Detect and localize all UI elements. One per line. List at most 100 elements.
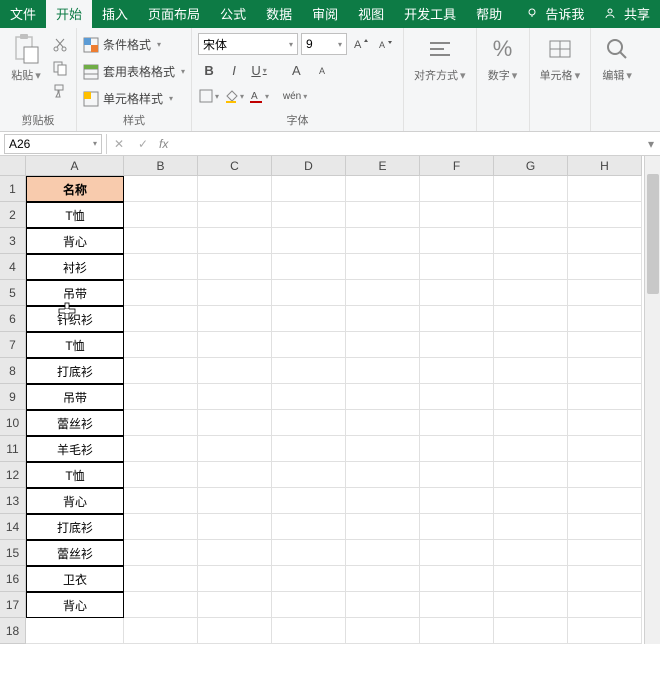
increase-font-button[interactable]: A [350, 33, 372, 55]
row-header[interactable]: 10 [0, 410, 26, 436]
cell[interactable] [124, 358, 198, 384]
tab-home[interactable]: 开始 [46, 0, 92, 28]
cell[interactable] [420, 540, 494, 566]
cell[interactable] [420, 254, 494, 280]
formula-input[interactable] [172, 134, 642, 154]
cell[interactable] [124, 592, 198, 618]
row-header[interactable]: 1 [0, 176, 26, 202]
cell[interactable] [124, 228, 198, 254]
cell[interactable] [420, 280, 494, 306]
cell[interactable] [346, 202, 420, 228]
cell[interactable] [346, 176, 420, 202]
row-header[interactable]: 8 [0, 358, 26, 384]
cell[interactable] [346, 436, 420, 462]
cell[interactable] [272, 176, 346, 202]
cell[interactable] [494, 306, 568, 332]
cell[interactable] [124, 618, 198, 644]
row-header[interactable]: 5 [0, 280, 26, 306]
column-header[interactable]: D [272, 156, 346, 176]
cell[interactable] [346, 540, 420, 566]
column-header[interactable]: F [420, 156, 494, 176]
cell[interactable]: 针织衫 [26, 306, 124, 332]
expand-formula-button[interactable]: ▾ [642, 137, 660, 151]
conditional-format-button[interactable]: 条件格式▾ [83, 35, 185, 54]
cell[interactable] [272, 202, 346, 228]
cell[interactable] [198, 332, 272, 358]
cell[interactable] [124, 462, 198, 488]
italic-button[interactable]: I [223, 59, 245, 81]
cell[interactable] [124, 540, 198, 566]
tab-formulas[interactable]: 公式 [210, 0, 256, 28]
cell[interactable] [198, 462, 272, 488]
font-shrink-icon[interactable]: A [313, 59, 335, 81]
cell[interactable]: T恤 [26, 462, 124, 488]
tab-help[interactable]: 帮助 [466, 0, 512, 28]
cell[interactable] [198, 592, 272, 618]
cell[interactable]: 背心 [26, 488, 124, 514]
cell[interactable] [198, 436, 272, 462]
cell[interactable] [420, 176, 494, 202]
cell[interactable] [568, 540, 642, 566]
cell[interactable] [494, 436, 568, 462]
cell[interactable] [568, 176, 642, 202]
copy-button[interactable] [50, 58, 70, 78]
cell[interactable] [568, 592, 642, 618]
cell[interactable] [346, 384, 420, 410]
cell[interactable]: 吊带 [26, 280, 124, 306]
decrease-font-button[interactable]: A [375, 33, 397, 55]
cell[interactable] [568, 566, 642, 592]
cell[interactable] [420, 410, 494, 436]
cell-style-button[interactable]: 单元格样式▾ [83, 89, 185, 108]
cell[interactable] [568, 462, 642, 488]
cell[interactable]: 蕾丝衫 [26, 540, 124, 566]
cell[interactable] [346, 462, 420, 488]
cell[interactable]: 吊带 [26, 384, 124, 410]
cell[interactable] [568, 202, 642, 228]
cell[interactable] [420, 358, 494, 384]
cell[interactable] [124, 176, 198, 202]
cell[interactable] [568, 618, 642, 644]
cell[interactable] [346, 358, 420, 384]
cell[interactable] [420, 514, 494, 540]
cell[interactable] [494, 618, 568, 644]
tab-share[interactable]: 共享 [594, 0, 660, 28]
cancel-formula-button[interactable]: ✕ [107, 137, 131, 151]
cell[interactable] [198, 566, 272, 592]
cell[interactable]: 背心 [26, 592, 124, 618]
tab-tellme[interactable]: 告诉我 [516, 0, 595, 28]
cell[interactable] [124, 566, 198, 592]
cell[interactable]: T恤 [26, 332, 124, 358]
cell[interactable] [198, 254, 272, 280]
cell[interactable] [494, 566, 568, 592]
cell[interactable] [494, 358, 568, 384]
edit-button[interactable]: 编辑▾ [597, 31, 637, 85]
cell[interactable] [494, 488, 568, 514]
cell[interactable]: T恤 [26, 202, 124, 228]
cell[interactable] [272, 592, 346, 618]
row-header[interactable]: 13 [0, 488, 26, 514]
select-all-corner[interactable] [0, 156, 26, 176]
cell[interactable] [198, 618, 272, 644]
cell[interactable] [568, 306, 642, 332]
row-header[interactable]: 9 [0, 384, 26, 410]
font-size-select[interactable]: 9▾ [301, 33, 347, 55]
cells-button[interactable]: 单元格▾ [536, 31, 585, 85]
cell[interactable] [568, 514, 642, 540]
cell[interactable] [272, 436, 346, 462]
column-header[interactable]: H [568, 156, 642, 176]
cell[interactable] [568, 228, 642, 254]
cell[interactable] [420, 618, 494, 644]
font-color-button[interactable]: A▾ [248, 85, 270, 107]
cell[interactable] [420, 228, 494, 254]
cell[interactable]: 羊毛衫 [26, 436, 124, 462]
cell[interactable] [568, 254, 642, 280]
cell[interactable] [420, 384, 494, 410]
cell[interactable] [198, 202, 272, 228]
cell[interactable] [272, 306, 346, 332]
cell[interactable] [346, 306, 420, 332]
cell[interactable]: 打底衫 [26, 358, 124, 384]
cell[interactable] [346, 332, 420, 358]
cell[interactable] [198, 410, 272, 436]
cell[interactable] [494, 540, 568, 566]
underline-button[interactable]: U▾ [248, 59, 270, 81]
